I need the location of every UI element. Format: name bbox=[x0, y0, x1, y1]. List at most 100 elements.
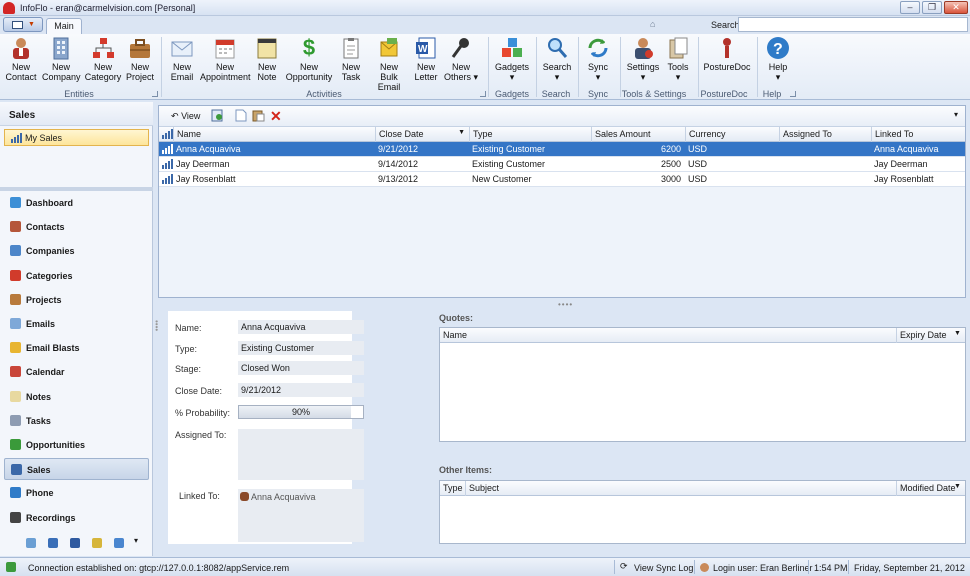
nav-item-emails[interactable]: Emails bbox=[4, 313, 149, 335]
help-label: Help bbox=[768, 62, 788, 72]
other-column-subject[interactable]: Subject bbox=[469, 483, 499, 493]
mini-nav-icon[interactable] bbox=[92, 538, 102, 548]
toolbar-options-icon[interactable]: ▾ bbox=[954, 110, 958, 119]
assigned-to-field[interactable] bbox=[238, 429, 364, 480]
delete-icon[interactable]: ✕ bbox=[270, 108, 282, 125]
horizontal-splitter-grip[interactable]: •••• bbox=[558, 300, 573, 309]
close-button[interactable]: ✕ bbox=[944, 1, 968, 14]
chevron-down-icon[interactable]: ▾ bbox=[134, 536, 144, 546]
mini-nav-icon[interactable] bbox=[70, 538, 80, 548]
nav-item-categories[interactable]: Categories bbox=[4, 265, 149, 287]
nav-item-sales[interactable]: Sales bbox=[4, 458, 149, 481]
new-email-button[interactable]: New Email bbox=[166, 36, 198, 82]
column-header-sales-amount[interactable]: Sales Amount bbox=[591, 127, 685, 142]
nav-item-recordings[interactable]: Recordings bbox=[4, 507, 149, 529]
search-input[interactable] bbox=[738, 17, 968, 32]
sales-icon bbox=[11, 464, 22, 476]
new-others-button[interactable]: New Others ▾ bbox=[442, 36, 480, 82]
tab-main[interactable]: Main bbox=[46, 18, 82, 34]
group-label-activities: Activities bbox=[306, 89, 342, 99]
new-appointment-button[interactable]: New Appointment bbox=[200, 36, 251, 82]
view-button[interactable]: ↶ View bbox=[171, 111, 200, 122]
view-sync-log-link[interactable]: View Sync Log bbox=[634, 563, 693, 573]
new-contact-button[interactable]: New Contact bbox=[4, 36, 38, 82]
gadgets-cubes-icon bbox=[500, 36, 524, 60]
posturedoc-button[interactable]: PostureDoc bbox=[702, 36, 752, 72]
cell-currency: USD bbox=[688, 144, 708, 154]
chevron-down-icon[interactable]: ▼ bbox=[954, 483, 961, 490]
new-note-button[interactable]: New Note bbox=[252, 36, 282, 82]
open-record-icon[interactable] bbox=[211, 109, 224, 124]
search-button[interactable]: Search ▾ bbox=[540, 36, 574, 82]
nav-item-companies[interactable]: Companies bbox=[4, 240, 149, 262]
mini-nav-icon[interactable] bbox=[114, 538, 124, 548]
nav-item-opportunities[interactable]: Opportunities bbox=[4, 434, 149, 456]
tools-button[interactable]: Tools ▾ bbox=[664, 36, 692, 82]
chevron-down-icon[interactable]: ▼ bbox=[954, 330, 961, 337]
cell-amount: 6200 bbox=[660, 144, 681, 154]
paste-icon[interactable] bbox=[252, 109, 265, 124]
stage-field[interactable]: Closed Won bbox=[238, 361, 364, 375]
contact-icon bbox=[240, 492, 249, 501]
table-row[interactable]: Anna Acquaviva 9/21/2012 Existing Customer… bbox=[159, 142, 965, 157]
group-label-help: Help bbox=[762, 89, 782, 99]
navigation-pane: Sales My Sales Dashboard Contacts Companie… bbox=[0, 102, 153, 556]
my-sales-folder[interactable]: My Sales bbox=[4, 129, 149, 146]
application-menu-button[interactable]: ▼ bbox=[3, 17, 43, 32]
nav-item-dashboard[interactable]: Dashboard bbox=[4, 192, 149, 214]
quotes-column-name[interactable]: Name bbox=[443, 330, 467, 340]
new-opportunity-button[interactable]: $ New Opportunity bbox=[285, 36, 333, 83]
other-column-type[interactable]: Type bbox=[443, 483, 463, 493]
column-header-linked-to[interactable]: Linked To bbox=[871, 127, 965, 142]
gadgets-dropdown-icon: ▾ bbox=[509, 72, 515, 82]
infoflo-app-icon[interactable] bbox=[3, 2, 15, 14]
column-header-name[interactable]: Name bbox=[173, 127, 375, 142]
other-column-modified-date[interactable]: Modified Date bbox=[900, 483, 956, 493]
nav-item-email-blasts[interactable]: Email Blasts bbox=[4, 337, 149, 359]
cell-amount: 2500 bbox=[660, 159, 681, 169]
sync-button[interactable]: Sync ▾ bbox=[582, 36, 614, 82]
nav-item-contacts[interactable]: Contacts bbox=[4, 216, 149, 238]
help-launcher-icon[interactable] bbox=[790, 91, 796, 97]
column-header-close-date[interactable]: Close Date ▼ bbox=[375, 127, 469, 142]
vertical-splitter-grip[interactable]: •••• bbox=[152, 320, 161, 331]
opportunities-icon bbox=[10, 439, 21, 450]
gadgets-button[interactable]: Gadgets ▾ bbox=[493, 36, 531, 82]
settings-button[interactable]: Settings ▾ bbox=[624, 36, 662, 82]
new-task-button[interactable]: New Task bbox=[336, 36, 366, 82]
new-document-icon[interactable] bbox=[235, 109, 247, 124]
nav-item-projects[interactable]: Projects bbox=[4, 289, 149, 311]
new-letter-button[interactable]: W New Letter bbox=[412, 36, 440, 82]
name-field[interactable]: Anna Acquaviva bbox=[238, 320, 364, 334]
table-row[interactable]: Jay Deerman 9/14/2012 Existing Customer 250… bbox=[159, 157, 965, 172]
column-header-assigned-to[interactable]: Assigned To bbox=[779, 127, 873, 142]
linked-contact[interactable]: Anna Acquaviva bbox=[240, 492, 316, 502]
magnifier-search-icon bbox=[545, 36, 569, 60]
entities-launcher-icon[interactable] bbox=[152, 91, 158, 97]
cell-name: Jay Rosenblatt bbox=[176, 174, 236, 184]
group-label-sync: Sync bbox=[587, 89, 608, 99]
mini-nav-icon[interactable] bbox=[48, 538, 58, 548]
pane-splitter[interactable] bbox=[0, 187, 153, 191]
new-category-button[interactable]: New Category bbox=[84, 36, 122, 82]
nav-item-calendar[interactable]: Calendar bbox=[4, 361, 149, 383]
activities-launcher-icon[interactable] bbox=[480, 91, 486, 97]
minimize-button[interactable]: – bbox=[900, 1, 920, 14]
table-row[interactable]: Jay Rosenblatt 9/13/2012 New Customer 3000 U… bbox=[159, 172, 965, 187]
help-button[interactable]: ? Help ▾ bbox=[762, 36, 794, 82]
collapse-ribbon-icon[interactable]: ⌂ bbox=[650, 19, 655, 29]
mini-nav-icon[interactable] bbox=[26, 538, 36, 548]
new-bulk-email-button[interactable]: New Bulk Email bbox=[368, 36, 410, 92]
column-header-type[interactable]: Type bbox=[469, 127, 591, 142]
type-field[interactable]: Existing Customer bbox=[238, 341, 364, 355]
nav-item-phone[interactable]: Phone bbox=[4, 482, 149, 504]
nav-item-tasks[interactable]: Tasks bbox=[4, 410, 149, 432]
column-header-currency[interactable]: Currency bbox=[685, 127, 779, 142]
maximize-button[interactable]: ❐ bbox=[922, 1, 942, 14]
new-project-button[interactable]: New Project bbox=[124, 36, 156, 82]
nav-item-notes[interactable]: Notes bbox=[4, 386, 149, 408]
probability-bar[interactable]: 90% bbox=[238, 405, 364, 419]
quotes-column-expiry-date[interactable]: Expiry Date bbox=[900, 330, 947, 340]
new-company-button[interactable]: New Company bbox=[42, 36, 81, 82]
close-date-field[interactable]: 9/21/2012 bbox=[238, 383, 364, 397]
